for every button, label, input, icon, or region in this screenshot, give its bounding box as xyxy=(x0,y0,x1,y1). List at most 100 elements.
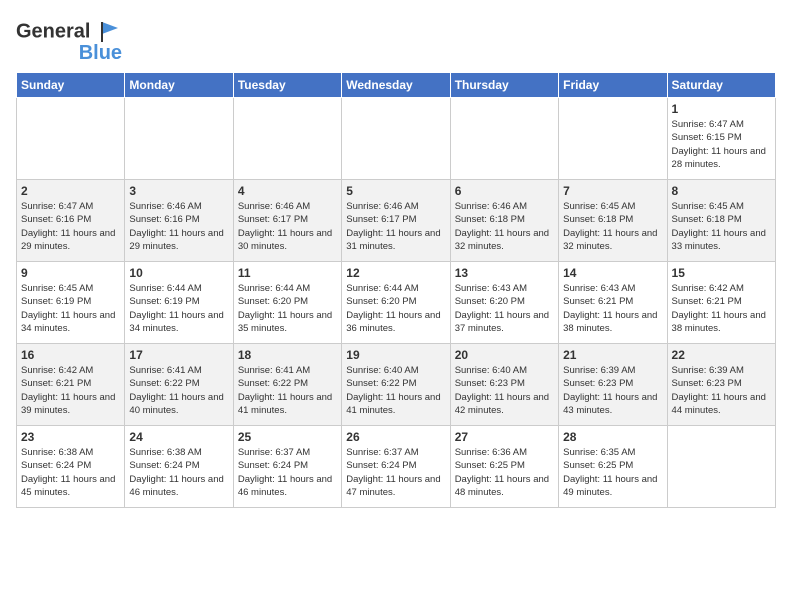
day-sun-info: Sunrise: 6:42 AMSunset: 6:21 PMDaylight:… xyxy=(672,282,771,335)
calendar-cell: 7Sunrise: 6:45 AMSunset: 6:18 PMDaylight… xyxy=(559,180,667,262)
column-header-friday: Friday xyxy=(559,73,667,98)
header: General Blue xyxy=(16,16,776,64)
column-header-tuesday: Tuesday xyxy=(233,73,341,98)
calendar-week-row: 23 Sunrise: 6:38 AMSunset: 6:24 PMDayligh… xyxy=(17,426,776,508)
day-number: 28 xyxy=(563,430,662,444)
calendar-cell: 26 Sunrise: 6:37 AMSunset: 6:24 PMDayligh… xyxy=(342,426,450,508)
calendar-table: SundayMondayTuesdayWednesdayThursdayFrid… xyxy=(16,72,776,508)
logo-blue-text: Blue xyxy=(79,42,122,64)
calendar-cell: 14 Sunrise: 6:43 AMSunset: 6:21 PMDayligh… xyxy=(559,262,667,344)
day-sun-info: Sunrise: 6:39 AMSunset: 6:23 PMDaylight:… xyxy=(672,364,771,417)
calendar-cell: 28 Sunrise: 6:35 AMSunset: 6:25 PMDayligh… xyxy=(559,426,667,508)
logo-flag-icon xyxy=(98,20,122,44)
calendar-cell: 5 Sunrise: 6:46 AMSunset: 6:17 PMDaylight… xyxy=(342,180,450,262)
day-number: 25 xyxy=(238,430,337,444)
calendar-cell: 8 Sunrise: 6:45 AMSunset: 6:18 PMDaylight… xyxy=(667,180,775,262)
calendar-cell: 4 Sunrise: 6:46 AMSunset: 6:17 PMDaylight… xyxy=(233,180,341,262)
day-number: 9 xyxy=(21,266,120,280)
column-header-wednesday: Wednesday xyxy=(342,73,450,98)
day-sun-info: Sunrise: 6:40 AMSunset: 6:23 PMDaylight:… xyxy=(455,364,554,417)
calendar-cell: 12Sunrise: 6:44 AMSunset: 6:20 PMDayligh… xyxy=(342,262,450,344)
calendar-cell: 9 Sunrise: 6:45 AMSunset: 6:19 PMDaylight… xyxy=(17,262,125,344)
day-number: 11 xyxy=(238,266,337,280)
day-sun-info: Sunrise: 6:42 AMSunset: 6:21 PMDaylight:… xyxy=(21,364,120,417)
day-number: 20 xyxy=(455,348,554,362)
calendar-week-row: 1 Sunrise: 6:47 AMSunset: 6:15 PMDaylight… xyxy=(17,98,776,180)
day-sun-info: Sunrise: 6:40 AMSunset: 6:22 PMDaylight:… xyxy=(346,364,445,417)
day-number: 2 xyxy=(21,184,120,198)
logo-general-text: General xyxy=(16,20,122,44)
column-header-sunday: Sunday xyxy=(17,73,125,98)
day-sun-info: Sunrise: 6:38 AMSunset: 6:24 PMDaylight:… xyxy=(129,446,228,499)
day-sun-info: Sunrise: 6:41 AMSunset: 6:22 PMDaylight:… xyxy=(238,364,337,417)
calendar-cell: 18Sunrise: 6:41 AMSunset: 6:22 PMDayligh… xyxy=(233,344,341,426)
calendar-cell xyxy=(125,98,233,180)
day-sun-info: Sunrise: 6:43 AMSunset: 6:21 PMDaylight:… xyxy=(563,282,662,335)
column-header-thursday: Thursday xyxy=(450,73,558,98)
day-number: 21 xyxy=(563,348,662,362)
day-sun-info: Sunrise: 6:36 AMSunset: 6:25 PMDaylight:… xyxy=(455,446,554,499)
calendar-header-row: SundayMondayTuesdayWednesdayThursdayFrid… xyxy=(17,73,776,98)
day-number: 4 xyxy=(238,184,337,198)
day-sun-info: Sunrise: 6:35 AMSunset: 6:25 PMDaylight:… xyxy=(563,446,662,499)
calendar-cell: 1 Sunrise: 6:47 AMSunset: 6:15 PMDaylight… xyxy=(667,98,775,180)
day-sun-info: Sunrise: 6:44 AMSunset: 6:20 PMDaylight:… xyxy=(238,282,337,335)
calendar-cell xyxy=(233,98,341,180)
calendar-cell: 2 Sunrise: 6:47 AMSunset: 6:16 PMDaylight… xyxy=(17,180,125,262)
day-sun-info: Sunrise: 6:41 AMSunset: 6:22 PMDaylight:… xyxy=(129,364,228,417)
day-sun-info: Sunrise: 6:37 AMSunset: 6:24 PMDaylight:… xyxy=(346,446,445,499)
calendar-cell: 22 Sunrise: 6:39 AMSunset: 6:23 PMDayligh… xyxy=(667,344,775,426)
calendar-cell: 13Sunrise: 6:43 AMSunset: 6:20 PMDayligh… xyxy=(450,262,558,344)
day-sun-info: Sunrise: 6:46 AMSunset: 6:17 PMDaylight:… xyxy=(346,200,445,253)
calendar-cell: 24 Sunrise: 6:38 AMSunset: 6:24 PMDayligh… xyxy=(125,426,233,508)
calendar-cell: 27 Sunrise: 6:36 AMSunset: 6:25 PMDayligh… xyxy=(450,426,558,508)
day-sun-info: Sunrise: 6:47 AMSunset: 6:16 PMDaylight:… xyxy=(21,200,120,253)
day-number: 7 xyxy=(563,184,662,198)
calendar-week-row: 2 Sunrise: 6:47 AMSunset: 6:16 PMDaylight… xyxy=(17,180,776,262)
day-sun-info: Sunrise: 6:46 AMSunset: 6:18 PMDaylight:… xyxy=(455,200,554,253)
day-number: 3 xyxy=(129,184,228,198)
day-sun-info: Sunrise: 6:46 AMSunset: 6:17 PMDaylight:… xyxy=(238,200,337,253)
day-number: 12 xyxy=(346,266,445,280)
calendar-cell xyxy=(559,98,667,180)
day-number: 8 xyxy=(672,184,771,198)
calendar-week-row: 9 Sunrise: 6:45 AMSunset: 6:19 PMDaylight… xyxy=(17,262,776,344)
day-sun-info: Sunrise: 6:45 AMSunset: 6:19 PMDaylight:… xyxy=(21,282,120,335)
day-number: 23 xyxy=(21,430,120,444)
calendar-cell xyxy=(667,426,775,508)
day-number: 1 xyxy=(672,102,771,116)
day-number: 5 xyxy=(346,184,445,198)
calendar-cell xyxy=(17,98,125,180)
calendar-cell: 21 Sunrise: 6:39 AMSunset: 6:23 PMDayligh… xyxy=(559,344,667,426)
day-number: 24 xyxy=(129,430,228,444)
day-number: 6 xyxy=(455,184,554,198)
day-number: 10 xyxy=(129,266,228,280)
calendar-week-row: 16 Sunrise: 6:42 AMSunset: 6:21 PMDayligh… xyxy=(17,344,776,426)
calendar-cell: 23 Sunrise: 6:38 AMSunset: 6:24 PMDayligh… xyxy=(17,426,125,508)
day-number: 17 xyxy=(129,348,228,362)
calendar-cell: 20 Sunrise: 6:40 AMSunset: 6:23 PMDayligh… xyxy=(450,344,558,426)
day-number: 19 xyxy=(346,348,445,362)
calendar-cell: 15 Sunrise: 6:42 AMSunset: 6:21 PMDayligh… xyxy=(667,262,775,344)
calendar-cell: 3Sunrise: 6:46 AMSunset: 6:16 PMDaylight… xyxy=(125,180,233,262)
calendar-cell: 16 Sunrise: 6:42 AMSunset: 6:21 PMDayligh… xyxy=(17,344,125,426)
day-number: 14 xyxy=(563,266,662,280)
day-sun-info: Sunrise: 6:39 AMSunset: 6:23 PMDaylight:… xyxy=(563,364,662,417)
day-number: 22 xyxy=(672,348,771,362)
day-number: 15 xyxy=(672,266,771,280)
calendar-cell: 25Sunrise: 6:37 AMSunset: 6:24 PMDayligh… xyxy=(233,426,341,508)
day-sun-info: Sunrise: 6:47 AMSunset: 6:15 PMDaylight:… xyxy=(672,118,771,171)
day-number: 27 xyxy=(455,430,554,444)
calendar-cell: 17 Sunrise: 6:41 AMSunset: 6:22 PMDayligh… xyxy=(125,344,233,426)
day-sun-info: Sunrise: 6:38 AMSunset: 6:24 PMDaylight:… xyxy=(21,446,120,499)
calendar-cell: 11 Sunrise: 6:44 AMSunset: 6:20 PMDayligh… xyxy=(233,262,341,344)
calendar-cell xyxy=(342,98,450,180)
day-number: 16 xyxy=(21,348,120,362)
column-header-saturday: Saturday xyxy=(667,73,775,98)
calendar-cell: 10Sunrise: 6:44 AMSunset: 6:19 PMDayligh… xyxy=(125,262,233,344)
day-sun-info: Sunrise: 6:45 AMSunset: 6:18 PMDaylight:… xyxy=(672,200,771,253)
calendar-cell: 19 Sunrise: 6:40 AMSunset: 6:22 PMDayligh… xyxy=(342,344,450,426)
calendar-cell: 6 Sunrise: 6:46 AMSunset: 6:18 PMDaylight… xyxy=(450,180,558,262)
day-sun-info: Sunrise: 6:43 AMSunset: 6:20 PMDaylight:… xyxy=(455,282,554,335)
day-number: 26 xyxy=(346,430,445,444)
